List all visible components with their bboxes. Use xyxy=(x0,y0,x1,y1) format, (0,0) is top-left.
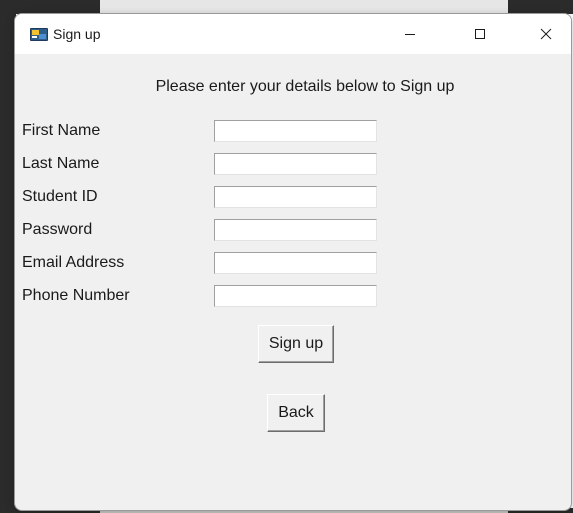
first-name-label: First Name xyxy=(22,122,101,139)
minimize-icon xyxy=(405,34,415,35)
email-address-input[interactable] xyxy=(214,252,377,274)
password-label: Password xyxy=(22,221,93,238)
background-window-top-right xyxy=(508,0,573,14)
student-id-input[interactable] xyxy=(214,186,377,208)
password-input[interactable] xyxy=(214,219,377,241)
maximize-icon xyxy=(475,29,485,39)
signup-button[interactable]: Sign up xyxy=(258,325,334,363)
minimize-button[interactable] xyxy=(387,14,433,54)
maximize-button[interactable] xyxy=(457,14,503,54)
phone-number-label: Phone Number xyxy=(22,287,130,304)
close-button[interactable] xyxy=(523,14,569,54)
last-name-label: Last Name xyxy=(22,155,100,172)
phone-number-input[interactable] xyxy=(214,285,377,307)
close-icon xyxy=(540,28,552,40)
form-heading: Please enter your details below to Sign … xyxy=(155,78,455,95)
back-button[interactable]: Back xyxy=(267,394,325,432)
email-address-label: Email Address xyxy=(22,254,125,271)
python-tk-icon xyxy=(30,28,48,41)
student-id-label: Student ID xyxy=(22,188,98,205)
title-bar[interactable]: Sign up xyxy=(15,14,571,54)
signup-window: Sign up Please enter your details below … xyxy=(14,13,572,511)
background-window-top xyxy=(100,0,508,14)
background-window-top-left xyxy=(16,0,100,14)
window-title: Sign up xyxy=(53,26,101,42)
last-name-input[interactable] xyxy=(214,153,377,175)
first-name-input[interactable] xyxy=(214,120,377,142)
